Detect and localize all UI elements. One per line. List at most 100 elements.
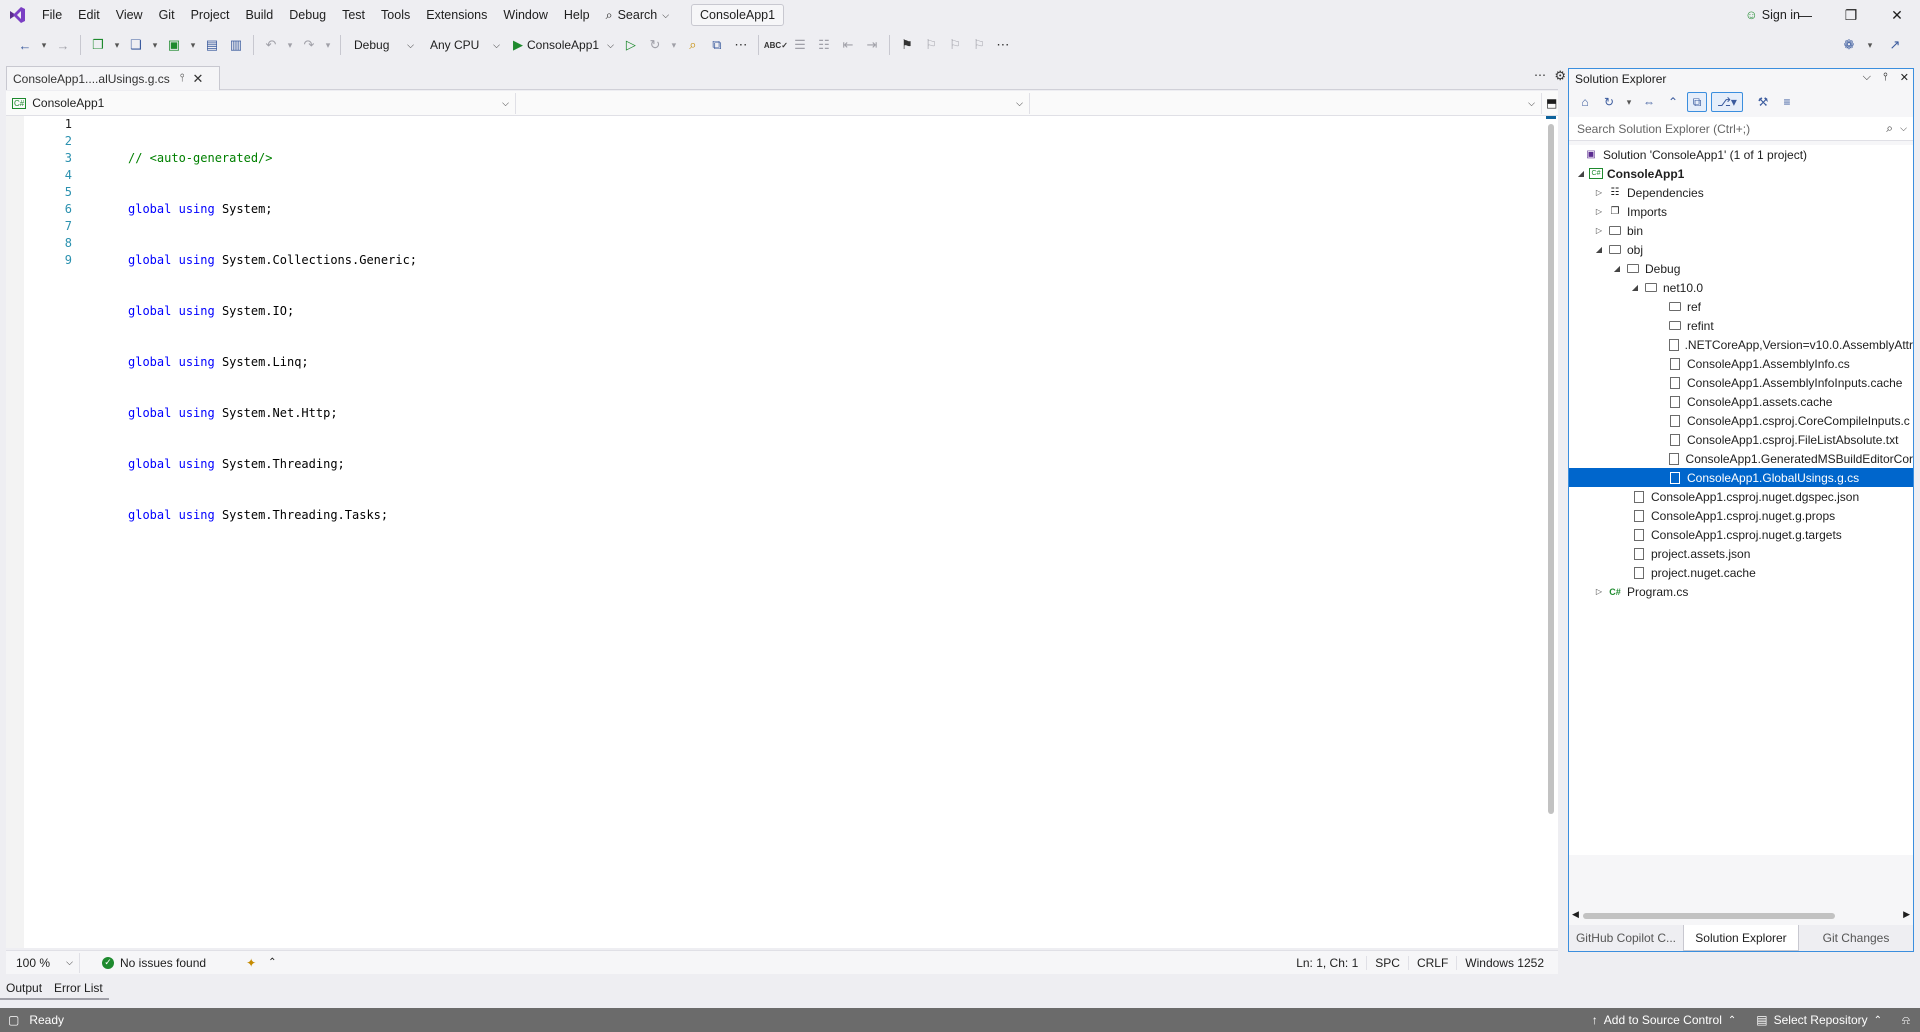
properties-wrench-icon[interactable]: ⚒ (1753, 92, 1773, 112)
spell-check-icon[interactable]: ABC✓ (764, 34, 788, 56)
expanded-triangle-icon[interactable]: ◢ (1593, 245, 1605, 254)
switch-views-icon[interactable]: ⌂ (1575, 92, 1595, 112)
menu-view[interactable]: View (108, 0, 151, 30)
tree-node-file[interactable]: ConsoleApp1.csproj.nuget.dgspec.json (1569, 487, 1913, 506)
tree-node-net10[interactable]: ◢ net10.0 (1569, 278, 1913, 297)
back-dropdown-chevron-icon[interactable]: ▾ (38, 34, 50, 56)
menu-test[interactable]: Test (334, 0, 373, 30)
new-project-icon[interactable]: ❐ (87, 34, 109, 56)
live-share-icon[interactable]: ↗ (1884, 34, 1906, 56)
cursor-position[interactable]: Ln: 1, Ch: 1 (1288, 956, 1366, 970)
type-scope-dropdown[interactable]: ⌵ (516, 92, 1030, 114)
undo-dropdown-icon[interactable]: ▾ (284, 34, 296, 56)
bookmark-icon[interactable]: ⚑ (896, 34, 918, 56)
redo-dropdown-icon[interactable]: ▾ (322, 34, 334, 56)
search-solution-explorer-input[interactable]: Search Solution Explorer (Ctrl+;) ⌕ ⌵ (1569, 117, 1913, 141)
find-in-files-icon[interactable]: ⌕ (682, 34, 704, 56)
tree-node-program-cs[interactable]: ▷ C# Program.cs (1569, 582, 1913, 601)
tree-node-ref[interactable]: ref (1569, 297, 1913, 316)
pin-icon[interactable]: ⫯ (1883, 71, 1888, 84)
tree-node-file[interactable]: ConsoleApp1.AssemblyInfo.cs (1569, 354, 1913, 373)
tree-node-refint[interactable]: refint (1569, 316, 1913, 335)
whitespace-indicator[interactable]: SPC (1366, 956, 1408, 970)
clear-bookmarks-icon[interactable]: ⚐ (968, 34, 990, 56)
solution-explorer-horizontal-scrollbar[interactable]: ◀ ▶ (1569, 909, 1913, 923)
expanded-triangle-icon[interactable]: ◢ (1611, 264, 1623, 273)
menu-build[interactable]: Build (237, 0, 281, 30)
tree-node-dependencies[interactable]: ▷ ☷ Dependencies (1569, 183, 1913, 202)
tree-node-file[interactable]: ConsoleApp1.AssemblyInfoInputs.cache (1569, 373, 1913, 392)
collapse-all-icon[interactable]: ⌃ (1663, 92, 1683, 112)
new-project-dropdown-icon[interactable]: ▾ (111, 34, 123, 56)
start-debugging-button[interactable]: ▶ ConsoleApp1 ⌵ (509, 37, 618, 53)
notification-box-icon[interactable]: ▢ (8, 1013, 19, 1027)
split-window-icon[interactable]: ⬒ (1546, 96, 1557, 110)
code-editor[interactable]: 1 2 3 4 5 6 7 8 9 // <auto-generated/> g… (6, 116, 1558, 948)
toolbar-overflow-icon[interactable]: ⋯ (730, 34, 752, 56)
tree-node-project[interactable]: ◢ C# ConsoleApp1 (1569, 164, 1913, 183)
minimize-button[interactable]: — (1782, 0, 1828, 30)
restore-button[interactable]: ❐ (1828, 0, 1874, 30)
menu-debug[interactable]: Debug (281, 0, 334, 30)
menu-help[interactable]: Help (556, 0, 598, 30)
tree-node-file[interactable]: project.assets.json (1569, 544, 1913, 563)
tree-node-file[interactable]: ConsoleApp1.GeneratedMSBuildEditorCor (1569, 449, 1913, 468)
zoom-dropdown[interactable]: 100 % ⌵ (10, 952, 80, 973)
code-text[interactable]: // <auto-generated/> global using System… (128, 116, 417, 609)
project-scope-dropdown[interactable]: C# ConsoleApp1 ⌵ (6, 92, 516, 114)
collapsed-triangle-icon[interactable]: ▷ (1593, 188, 1605, 197)
comment-lines-icon[interactable]: ☰ (789, 34, 811, 56)
collapsed-triangle-icon[interactable]: ▷ (1593, 587, 1605, 596)
configuration-dropdown[interactable]: Debug ⌵ (347, 34, 421, 56)
issues-indicator[interactable]: ✓ No issues found (102, 956, 206, 970)
tree-node-file[interactable]: ConsoleApp1.csproj.nuget.g.props (1569, 506, 1913, 525)
increase-indent-icon[interactable]: ⇥ (861, 34, 883, 56)
menu-git[interactable]: Git (151, 0, 183, 30)
menu-file[interactable]: File (34, 0, 70, 30)
redo-icon[interactable]: ↷ (298, 34, 320, 56)
tree-node-file[interactable]: project.nuget.cache (1569, 563, 1913, 582)
search-icon[interactable]: ⌕ (1886, 121, 1893, 136)
tree-node-file-selected[interactable]: ConsoleApp1.GlobalUsings.g.cs (1569, 468, 1913, 487)
indicator-margin[interactable] (6, 116, 24, 948)
menu-tools[interactable]: Tools (373, 0, 418, 30)
git-filter-icon[interactable]: ⎇▾ (1711, 92, 1743, 112)
tree-node-imports[interactable]: ▷ ❐ Imports (1569, 202, 1913, 221)
tab-error-list[interactable]: Error List (48, 978, 109, 1000)
editor-vertical-scrollbar[interactable] (1544, 116, 1558, 948)
tab-solution-explorer[interactable]: Solution Explorer (1683, 925, 1799, 951)
copilot-icon[interactable]: ❁ (1838, 34, 1860, 56)
save-icon[interactable]: ▤ (201, 34, 223, 56)
tab-git-changes[interactable]: Git Changes (1799, 925, 1913, 951)
tree-node-file[interactable]: ConsoleApp1.csproj.nuget.g.targets (1569, 525, 1913, 544)
navigate-back-icon[interactable]: ← (14, 34, 36, 56)
chevron-down-icon[interactable]: ⌵ (1900, 123, 1907, 134)
hot-reload-dropdown-icon[interactable]: ▾ (668, 34, 680, 56)
next-bookmark-icon[interactable]: ⚐ (944, 34, 966, 56)
tree-node-file[interactable]: ConsoleApp1.assets.cache (1569, 392, 1913, 411)
navigate-forward-icon[interactable]: → (52, 34, 74, 56)
scrollbar-thumb[interactable] (1548, 124, 1554, 814)
tree-node-bin[interactable]: ▷ bin (1569, 221, 1913, 240)
show-all-files-icon[interactable]: ⧉ (1687, 92, 1707, 112)
decrease-indent-icon[interactable]: ⇤ (837, 34, 859, 56)
scroll-right-icon[interactable]: ▶ (1903, 909, 1910, 920)
expanded-triangle-icon[interactable]: ◢ (1575, 169, 1587, 178)
notifications-bell-icon[interactable]: ⍾ (1902, 1013, 1910, 1028)
add-to-source-control-button[interactable]: ↑ Add to Source Control ⌃ (1592, 1013, 1736, 1027)
open-dropdown-icon[interactable]: ▾ (187, 34, 199, 56)
line-ending-indicator[interactable]: CRLF (1407, 956, 1456, 970)
tab-globalusings[interactable]: ConsoleApp1....alUsings.g.cs ⫯ ✕ (6, 66, 220, 90)
previous-bookmark-icon[interactable]: ⚐ (920, 34, 942, 56)
hot-reload-icon[interactable]: ↻ (644, 34, 666, 56)
open-file-icon[interactable]: ▣ (163, 34, 185, 56)
menu-window[interactable]: Window (495, 0, 555, 30)
tree-node-file[interactable]: ConsoleApp1.csproj.FileListAbsolute.txt (1569, 430, 1913, 449)
filter-dropdown-icon[interactable]: ▾ (1623, 91, 1635, 113)
save-all-icon[interactable]: ▥ (225, 34, 247, 56)
menu-extensions[interactable]: Extensions (418, 0, 495, 30)
pin-icon[interactable]: ⫯ (180, 72, 185, 85)
preview-selected-items-icon[interactable]: ≡ (1777, 92, 1797, 112)
menu-edit[interactable]: Edit (70, 0, 108, 30)
scrollbar-thumb[interactable] (1583, 913, 1835, 919)
